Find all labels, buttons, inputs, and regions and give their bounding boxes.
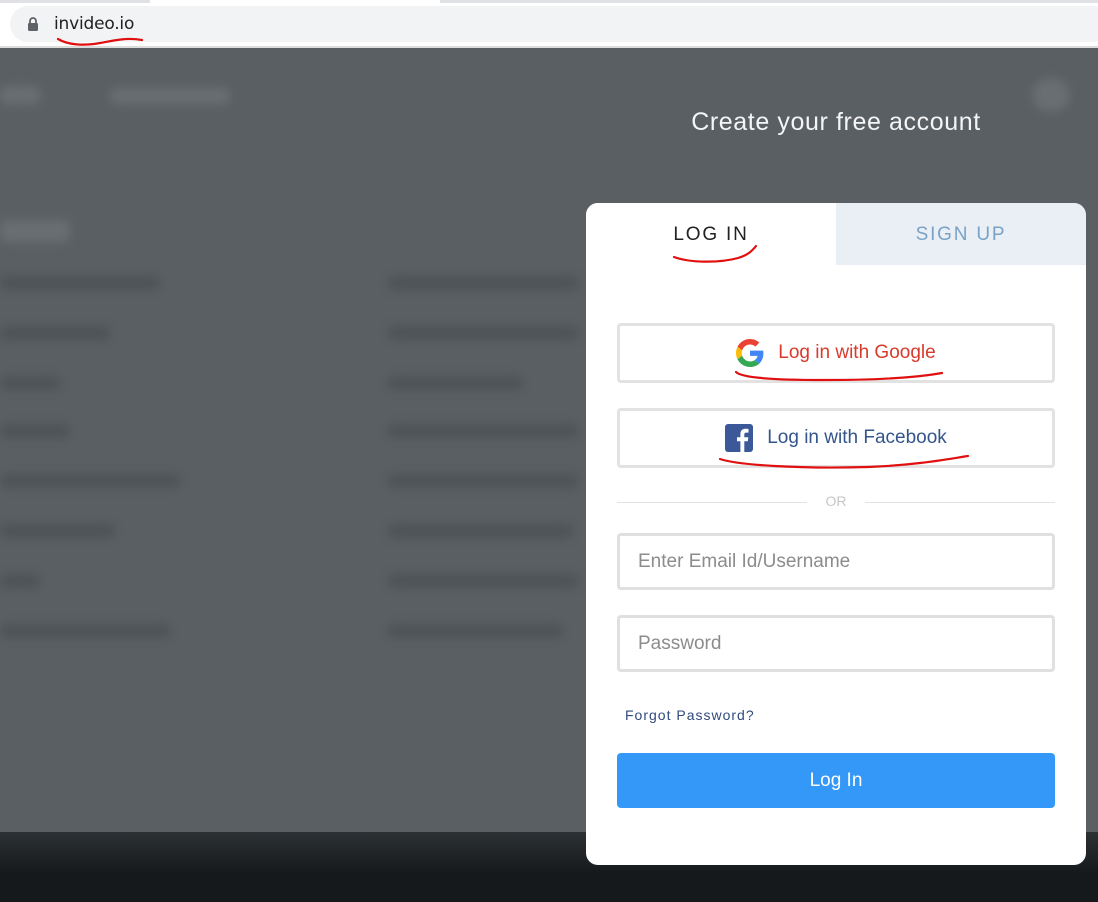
browser-tabstrip <box>0 0 1098 3</box>
facebook-icon <box>725 424 754 452</box>
blurred-link <box>388 376 523 390</box>
address-bar[interactable]: invideo.io <box>10 6 1098 46</box>
blurred-link <box>0 524 115 538</box>
blurred-link <box>388 326 578 340</box>
url-text[interactable]: invideo.io <box>54 14 134 34</box>
google-login-label: Log in with Google <box>778 342 936 363</box>
blurred-link <box>0 376 60 390</box>
browser-active-tab[interactable] <box>150 0 440 3</box>
blurred-link <box>0 624 170 638</box>
blurred-link <box>0 574 40 588</box>
login-card: LOG IN SIGN UP Log in with Google Log in… <box>586 203 1086 865</box>
blurred-link <box>0 276 160 290</box>
blurred-link <box>388 424 578 438</box>
lock-icon <box>28 17 38 31</box>
password-field[interactable] <box>617 615 1055 672</box>
blurred-link <box>388 276 578 290</box>
blurred-close-icon <box>1032 78 1070 112</box>
forgot-password-link[interactable]: Forgot Password? <box>625 707 755 723</box>
blurred-link <box>388 474 578 488</box>
google-icon <box>736 339 764 367</box>
browser-toolbar: invideo.io <box>0 0 1098 48</box>
blurred-heading <box>0 220 70 242</box>
blurred-link <box>388 574 578 588</box>
tab-login-label: LOG IN <box>673 224 749 245</box>
tab-signup-label: SIGN UP <box>915 224 1007 245</box>
blurred-nav-item <box>110 88 230 104</box>
google-annotation-scribble <box>734 370 944 382</box>
blurred-logo <box>0 86 40 104</box>
tab-signup[interactable]: SIGN UP <box>836 203 1086 265</box>
blurred-link <box>0 326 110 340</box>
login-button[interactable]: Log In <box>617 753 1055 808</box>
or-label: OR <box>825 493 847 509</box>
blurred-link <box>0 474 180 488</box>
blurred-link <box>0 424 70 438</box>
tab-annotation-scribble <box>672 244 758 263</box>
facebook-annotation-scribble <box>718 454 970 469</box>
modal-heading: Create your free account <box>691 108 981 136</box>
email-field[interactable] <box>617 533 1055 590</box>
blurred-link <box>388 624 563 638</box>
facebook-login-label: Log in with Facebook <box>767 427 947 448</box>
blurred-link <box>388 524 573 538</box>
or-divider: OR <box>617 490 1055 510</box>
